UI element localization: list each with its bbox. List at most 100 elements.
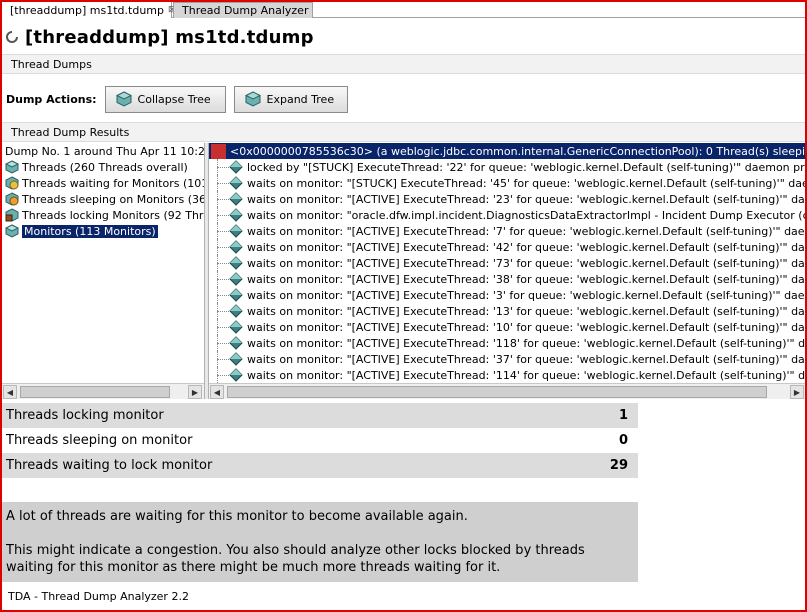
monitor-waiter[interactable]: waits on monitor: "[ACTIVE] ExecuteThrea… bbox=[209, 335, 805, 351]
thread-icon bbox=[229, 224, 243, 238]
button-label: Expand Tree bbox=[266, 92, 335, 106]
section-label: Thread Dumps bbox=[11, 57, 92, 71]
editor-tab-bar: [threaddump] ms1td.tdump ⊠ Thread Dump A… bbox=[2, 2, 805, 18]
tree-connector bbox=[217, 183, 229, 184]
tree-item-label: Threads (260 Threads overall) bbox=[22, 160, 188, 174]
tree-item-sleeping-monitors[interactable]: Threads sleeping on Monitors (36 Thr bbox=[2, 191, 205, 207]
dump-actions-label: Dump Actions: bbox=[6, 92, 97, 106]
thread-label: waits on monitor: "[ACTIVE] ExecuteThrea… bbox=[247, 272, 805, 286]
tree-item-waiting-monitors[interactable]: Threads waiting for Monitors (101 Thr bbox=[2, 175, 204, 191]
scrollbar-thumb[interactable] bbox=[227, 386, 767, 398]
monitor-root-label: <0x0000000785536c30> (a weblogic.jdbc.co… bbox=[230, 144, 805, 158]
tree-root-label: Dump No. 1 around Thu Apr 11 10:24:25 bbox=[5, 144, 205, 158]
thread-icon bbox=[229, 288, 243, 302]
results-split-pane: Dump No. 1 around Thu Apr 11 10:24:25 Th… bbox=[2, 143, 805, 399]
monitor-tree: <0x0000000785536c30> (a weblogic.jdbc.co… bbox=[209, 143, 805, 383]
thread-icon bbox=[229, 240, 243, 254]
thread-label: waits on monitor: "[ACTIVE] ExecuteThrea… bbox=[247, 368, 805, 382]
stat-label: Threads locking monitor bbox=[6, 408, 164, 423]
refresh-icon bbox=[6, 31, 18, 43]
monitor-waiter[interactable]: waits on monitor: "[STUCK] ExecuteThread… bbox=[209, 175, 805, 191]
thread-icon bbox=[229, 192, 243, 206]
monitor-waiter[interactable]: waits on monitor: "oracle.dfw.impl.incid… bbox=[209, 207, 805, 223]
page-header: [threaddump] ms1td.tdump bbox=[2, 22, 805, 52]
monitor-waiter[interactable]: waits on monitor: "[ACTIVE] ExecuteThrea… bbox=[209, 271, 805, 287]
monitor-lock-holder[interactable]: locked by "[STUCK] ExecuteThread: '22' f… bbox=[209, 159, 805, 175]
monitor-waiter[interactable]: waits on monitor: "[ACTIVE] ExecuteThrea… bbox=[209, 191, 805, 207]
tree-item-label: Threads sleeping on Monitors (36 Thr bbox=[22, 192, 205, 206]
scroll-right-arrow-icon[interactable]: ▶ bbox=[790, 385, 804, 399]
scroll-right-arrow-icon[interactable]: ▶ bbox=[188, 385, 202, 399]
tree-item-label: Monitors (113 Monitors) bbox=[22, 224, 158, 238]
tree-connector bbox=[217, 327, 229, 328]
tree-item-label: Threads locking Monitors (92 Threads bbox=[22, 208, 204, 222]
monitor-waiter[interactable]: waits on monitor: "[ACTIVE] ExecuteThrea… bbox=[209, 303, 805, 319]
thread-label: waits on monitor: "[ACTIVE] ExecuteThrea… bbox=[247, 256, 805, 270]
page-title: [threaddump] ms1td.tdump bbox=[25, 26, 314, 48]
sleeping-monitors-icon bbox=[5, 192, 19, 206]
monitor-waiter[interactable]: waits on monitor: "[ACTIVE] ExecuteThrea… bbox=[209, 255, 805, 271]
tree-connector bbox=[217, 343, 229, 344]
monitor-waiter[interactable]: waits on monitor: "[ACTIVE] ExecuteThrea… bbox=[209, 287, 805, 303]
tab-thread-dump-analyzer[interactable]: Thread Dump Analyzer bbox=[173, 2, 313, 18]
monitor-waiter[interactable]: waits on monitor: "[ACTIVE] ExecuteThrea… bbox=[209, 223, 805, 239]
expand-tree-button[interactable]: Expand Tree bbox=[233, 85, 348, 113]
tree-connector bbox=[217, 199, 229, 200]
scrollbar-thumb[interactable] bbox=[20, 386, 170, 398]
status-footer: TDA - Thread Dump Analyzer 2.2 bbox=[2, 586, 805, 606]
monitor-waiter[interactable]: waits on monitor: "[ACTIVE] ExecuteThrea… bbox=[209, 239, 805, 255]
locking-monitors-icon bbox=[5, 208, 19, 222]
message-line: A lot of threads are waiting for this mo… bbox=[6, 509, 468, 524]
thread-icon bbox=[229, 176, 243, 190]
dump-actions-bar: Dump Actions: Collapse Tree Expand Tree bbox=[2, 82, 805, 116]
threads-icon bbox=[5, 160, 19, 174]
tree-item-monitors[interactable]: Monitors (113 Monitors) bbox=[2, 223, 204, 239]
thread-label: waits on monitor: "[ACTIVE] ExecuteThrea… bbox=[247, 352, 805, 366]
tree-item-threads[interactable]: Threads (260 Threads overall) bbox=[2, 159, 204, 175]
section-label: Thread Dump Results bbox=[11, 125, 130, 139]
monitor-waiter[interactable]: waits on monitor: "[ACTIVE] ExecuteThrea… bbox=[209, 319, 805, 335]
thread-icon bbox=[229, 160, 243, 174]
tree-connector bbox=[217, 263, 229, 264]
thread-label: waits on monitor: "oracle.dfw.impl.incid… bbox=[247, 208, 805, 222]
tree-connector bbox=[217, 279, 229, 280]
stat-row-waiting: Threads waiting to lock monitor 29 bbox=[2, 453, 638, 478]
stat-row-locking: Threads locking monitor 1 bbox=[2, 403, 638, 428]
analysis-message: A lot of threads are waiting for this mo… bbox=[2, 502, 638, 582]
message-line: This might indicate a congestion. You al… bbox=[6, 543, 585, 575]
button-label: Collapse Tree bbox=[137, 92, 211, 106]
stat-value: 0 bbox=[618, 433, 628, 448]
tree-item-locking-monitors[interactable]: Threads locking Monitors (92 Threads bbox=[2, 207, 204, 223]
monitor-waiter[interactable]: waits on monitor: "[ACTIVE] ExecuteThrea… bbox=[209, 367, 805, 383]
thread-label: waits on monitor: "[ACTIVE] ExecuteThrea… bbox=[247, 288, 805, 302]
thread-icon bbox=[229, 272, 243, 286]
collapse-tree-button[interactable]: Collapse Tree bbox=[104, 85, 226, 113]
monitor-node-icon bbox=[211, 143, 226, 159]
tree-connector bbox=[217, 311, 229, 312]
waiting-monitors-icon bbox=[5, 176, 19, 190]
tree-connector bbox=[217, 295, 229, 296]
monitor-root-node[interactable]: <0x0000000785536c30> (a weblogic.jdbc.co… bbox=[209, 143, 805, 159]
monitor-waiter[interactable]: waits on monitor: "[ACTIVE] ExecuteThrea… bbox=[209, 351, 805, 367]
tree-connector bbox=[217, 231, 229, 232]
left-horizontal-scrollbar[interactable]: ◀ ▶ bbox=[2, 383, 204, 399]
thread-icon bbox=[229, 352, 243, 366]
scroll-left-arrow-icon[interactable]: ◀ bbox=[210, 385, 224, 399]
thread-label: waits on monitor: "[ACTIVE] ExecuteThrea… bbox=[247, 224, 805, 238]
tree-connector bbox=[217, 359, 229, 360]
dump-tree: Dump No. 1 around Thu Apr 11 10:24:25 Th… bbox=[2, 143, 205, 383]
monitor-tree-pane: <0x0000000785536c30> (a weblogic.jdbc.co… bbox=[208, 143, 805, 399]
thread-icon bbox=[229, 256, 243, 270]
monitor-stats-table: Threads locking monitor 1 Threads sleepi… bbox=[2, 403, 638, 478]
tab-label: Thread Dump Analyzer bbox=[182, 4, 309, 17]
scroll-left-arrow-icon[interactable]: ◀ bbox=[3, 385, 17, 399]
tree-connector bbox=[217, 247, 229, 248]
tree-root-dump[interactable]: Dump No. 1 around Thu Apr 11 10:24:25 bbox=[2, 143, 205, 159]
stat-row-sleeping: Threads sleeping on monitor 0 bbox=[2, 428, 638, 453]
right-horizontal-scrollbar[interactable]: ◀ ▶ bbox=[209, 383, 805, 399]
tab-threaddump[interactable]: [threaddump] ms1td.tdump ⊠ bbox=[2, 2, 176, 18]
dump-tree-pane: Dump No. 1 around Thu Apr 11 10:24:25 Th… bbox=[2, 143, 205, 399]
thread-label: waits on monitor: "[ACTIVE] ExecuteThrea… bbox=[247, 320, 805, 334]
tree-connector bbox=[217, 167, 229, 168]
tree-connector bbox=[217, 375, 229, 376]
